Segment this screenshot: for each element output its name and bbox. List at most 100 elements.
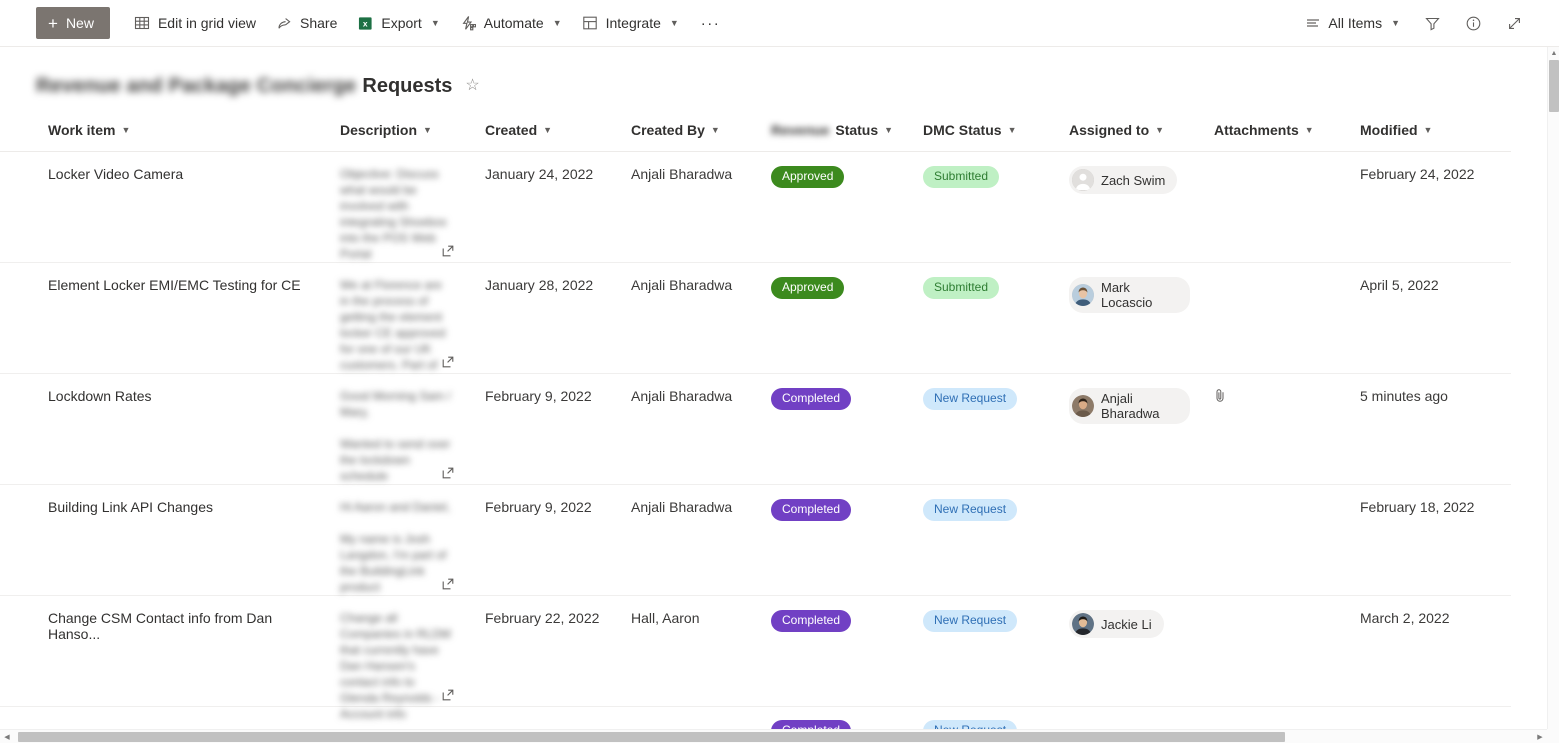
chevron-down-icon: ▼ <box>669 18 679 28</box>
column-header-dmc-status[interactable]: DMC Status ▼ <box>911 109 1057 152</box>
cell-description: Good Morning Sam / Mary, Wanted to send o… <box>328 374 473 485</box>
cell-created-by: Anjali Bharadwa <box>631 499 733 515</box>
row-select-cell[interactable] <box>0 263 36 374</box>
person-name: Anjali Bharadwa <box>1101 391 1160 421</box>
cell-created-by: Anjali Bharadwa <box>631 388 733 404</box>
info-button[interactable] <box>1453 3 1494 43</box>
cell-attachments <box>1202 263 1348 374</box>
table-row[interactable]: Locker Video Camera Objective: Discuss wh… <box>0 152 1511 263</box>
status-badge: Approved <box>771 277 845 299</box>
cell-work-item[interactable]: Building Link API Changes <box>36 485 328 596</box>
attachment-icon[interactable] <box>1214 388 1228 404</box>
scroll-left-arrow[interactable]: ◀ <box>0 730 14 743</box>
column-header-created[interactable]: Created ▼ <box>473 109 619 152</box>
column-header-status[interactable]: Revenue Status ▼ <box>759 109 911 152</box>
automate-button[interactable]: Automate ▼ <box>450 3 572 43</box>
open-description-icon[interactable] <box>441 355 455 369</box>
cell-work-item[interactable]: Element Locker EMI/EMC Testing for CE <box>36 263 328 374</box>
column-header-label: Status <box>835 122 879 138</box>
open-description-icon[interactable] <box>441 688 455 702</box>
description-text: Change all Companies in RLDM that curren… <box>340 611 451 721</box>
command-bar-left-group: + New Edit in grid view Share x Export ▼… <box>0 3 732 43</box>
avatar <box>1072 395 1094 417</box>
list-header-row: Work item ▼ Description ▼ Created ▼ Crea… <box>0 109 1511 152</box>
list-table-container: Work item ▼ Description ▼ Created ▼ Crea… <box>0 109 1547 743</box>
cell-description: Change all Companies in RLDM that curren… <box>328 596 473 721</box>
table-row[interactable]: Lockdown Rates Good Morning Sam / Mary, Wa… <box>0 374 1511 485</box>
cell-work-item[interactable]: Locker Video Camera <box>36 152 328 263</box>
row-select-cell[interactable] <box>0 485 36 596</box>
column-header-description[interactable]: Description ▼ <box>328 109 473 152</box>
cell-dmc-status: New Request <box>911 596 1057 707</box>
table-row[interactable]: Change CSM Contact info from Dan Hanso..… <box>0 596 1511 721</box>
cell-modified: February 18, 2022 <box>1360 499 1475 515</box>
horizontal-scrollbar[interactable]: ◀ ▶ <box>0 729 1547 743</box>
cell-work-item[interactable]: Lockdown Rates <box>36 374 328 485</box>
row-select-cell[interactable] <box>0 596 36 707</box>
share-icon <box>276 15 293 32</box>
cell-work-item[interactable]: Change CSM Contact info from Dan Hanso..… <box>36 596 328 707</box>
open-description-icon[interactable] <box>441 244 455 258</box>
column-header-work-item[interactable]: Work item ▼ <box>36 109 328 152</box>
column-header-modified[interactable]: Modified ▼ <box>1348 109 1511 152</box>
cell-modified: 5 minutes ago <box>1360 388 1448 404</box>
row-select-cell[interactable] <box>0 374 36 485</box>
avatar <box>1072 613 1094 635</box>
list-body: Locker Video Camera Objective: Discuss wh… <box>0 152 1511 743</box>
scroll-up-arrow[interactable]: ▲ <box>1548 47 1559 59</box>
filter-button[interactable] <box>1412 3 1453 43</box>
status-badge: New Request <box>923 610 1018 632</box>
open-description-icon[interactable] <box>441 577 455 591</box>
horizontal-scrollbar-thumb[interactable] <box>18 732 1285 742</box>
chevron-down-icon: ▼ <box>1007 125 1017 135</box>
description-text: Objective: Discuss what would be involve… <box>340 167 447 261</box>
scroll-right-arrow[interactable]: ▶ <box>1533 730 1547 743</box>
vertical-scrollbar-thumb[interactable] <box>1549 60 1559 112</box>
star-icon[interactable]: ☆ <box>465 78 479 94</box>
page-title-blurred-prefix: Revenue and Package Concierge <box>36 74 357 97</box>
more-options-button[interactable]: ··· <box>689 3 733 43</box>
open-description-icon[interactable] <box>441 466 455 480</box>
command-bar-right-group: All Items ▼ <box>1292 3 1559 43</box>
new-button[interactable]: + New <box>36 7 110 39</box>
column-header-label: DMC Status <box>923 122 1002 138</box>
cell-assigned-to: Zach Swim <box>1057 152 1202 263</box>
table-row[interactable]: Building Link API Changes Hi Aaron and Da… <box>0 485 1511 596</box>
cell-created: January 28, 2022 <box>485 277 594 293</box>
view-selector[interactable]: All Items ▼ <box>1292 3 1412 43</box>
cell-status: Completed <box>759 485 911 596</box>
cell-status: Completed <box>759 374 911 485</box>
edit-in-grid-view-button[interactable]: Edit in grid view <box>124 3 266 43</box>
cell-status: Completed <box>759 596 911 707</box>
status-badge: Submitted <box>923 166 1000 188</box>
vertical-scrollbar[interactable]: ▲ ▼ <box>1547 47 1559 743</box>
column-header-attachments[interactable]: Attachments ▼ <box>1202 109 1348 152</box>
cell-assigned-to: Jackie Li <box>1057 596 1202 707</box>
cell-description: Objective: Discuss what would be involve… <box>328 152 473 263</box>
person-chip[interactable]: Anjali Bharadwa <box>1069 388 1190 424</box>
column-header-created-by[interactable]: Created By ▼ <box>619 109 759 152</box>
cell-dmc-status: Submitted <box>911 152 1057 263</box>
person-chip[interactable]: Zach Swim <box>1069 166 1178 194</box>
expand-button[interactable] <box>1494 3 1535 43</box>
person-chip[interactable]: Jackie Li <box>1069 610 1164 638</box>
column-header-assigned-to[interactable]: Assigned to ▼ <box>1057 109 1202 152</box>
column-header-label: Created <box>485 122 538 138</box>
list-table: Work item ▼ Description ▼ Created ▼ Crea… <box>0 109 1511 743</box>
svg-text:x: x <box>363 18 368 28</box>
description-text: Hi Aaron and Daniel, My name is Josh Lang… <box>340 500 451 594</box>
person-name: Zach Swim <box>1101 172 1166 188</box>
description-cell-content: Change all Companies in RLDM that curren… <box>340 610 461 721</box>
cell-status: Approved <box>759 263 911 374</box>
cell-description: Hi Aaron and Daniel, My name is Josh Lang… <box>328 485 473 596</box>
integrate-button[interactable]: Integrate ▼ <box>572 3 689 43</box>
share-button[interactable]: Share <box>266 3 347 43</box>
list-page: Revenue and Package Concierge Requests ☆ <box>0 47 1547 743</box>
row-select-cell[interactable] <box>0 152 36 263</box>
expand-icon <box>1506 15 1523 32</box>
export-button[interactable]: x Export ▼ <box>347 3 449 43</box>
description-text: Good Morning Sam / Mary, Wanted to send o… <box>340 389 451 483</box>
table-row[interactable]: Element Locker EMI/EMC Testing for CE We … <box>0 263 1511 374</box>
person-chip[interactable]: Mark Locascio <box>1069 277 1190 313</box>
row-select-column-header <box>0 109 36 152</box>
